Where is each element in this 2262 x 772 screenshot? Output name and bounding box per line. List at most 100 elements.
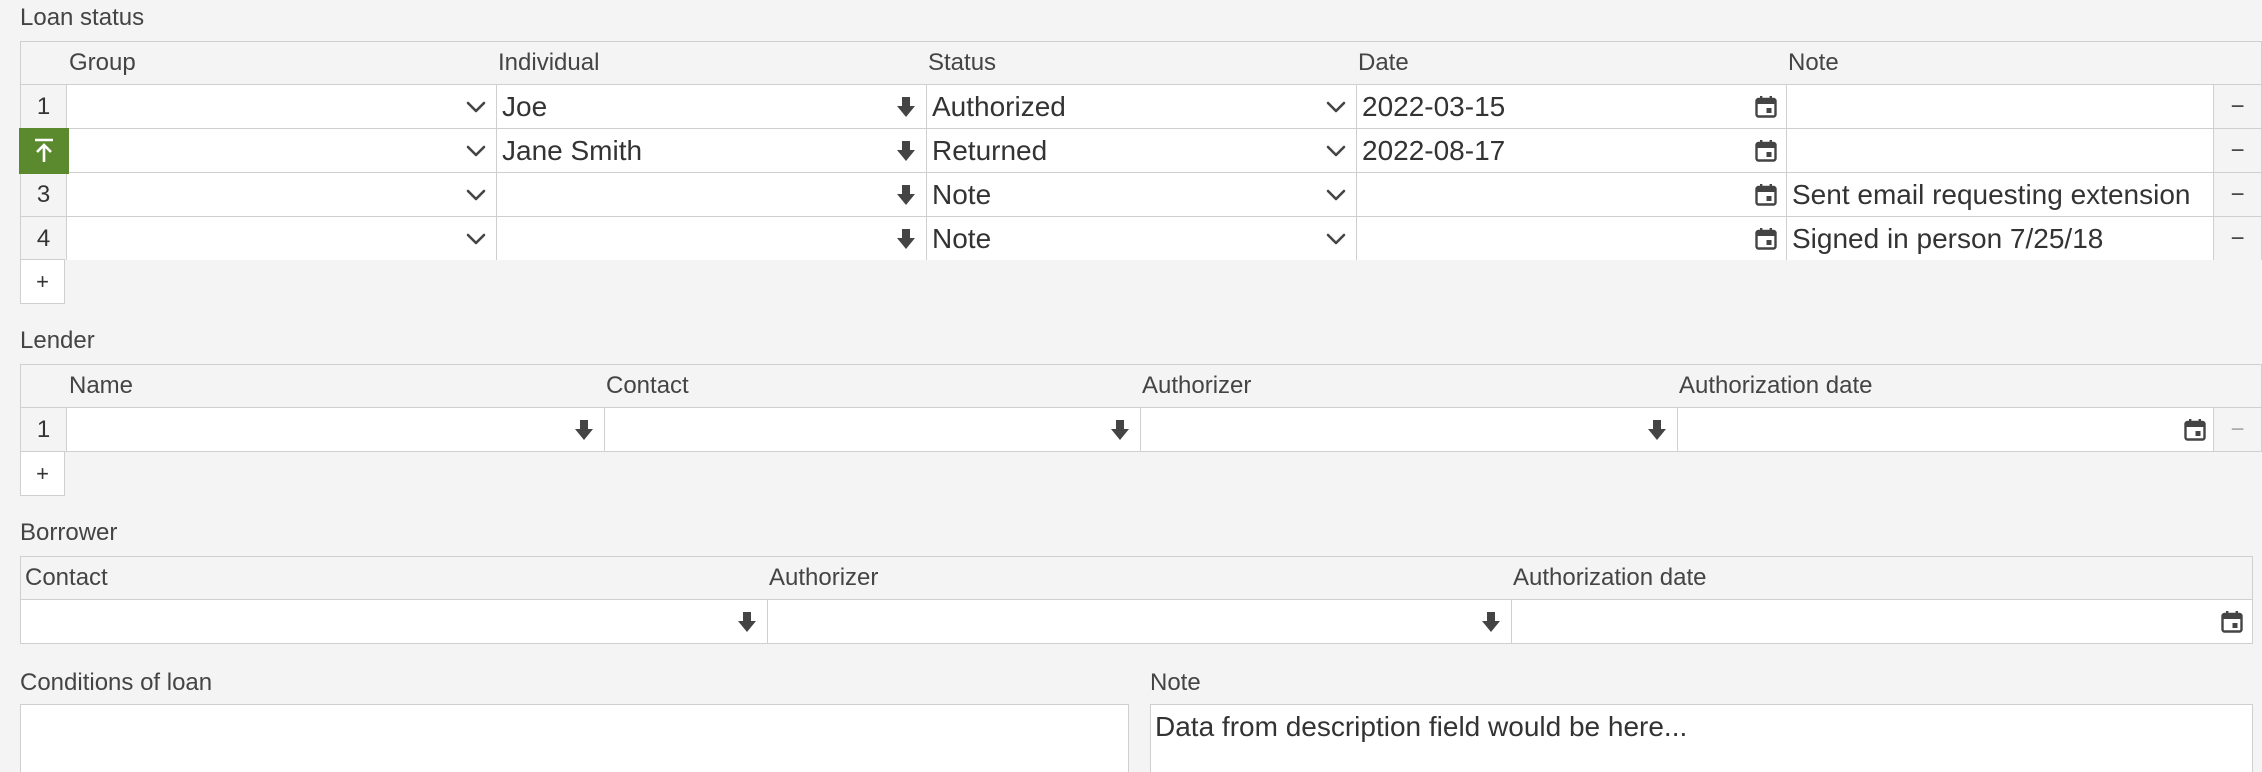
chevron-down-icon [1324, 139, 1348, 163]
note-input[interactable]: Sent email requesting extension [1786, 173, 2215, 216]
table-row: 2 Jane Smith Returned 2022-08-17 − [19, 128, 2261, 174]
note-input[interactable] [1786, 85, 2215, 128]
note-input[interactable]: Signed in person 7/25/18 [1786, 217, 2215, 260]
date-value: 2022-08-17 [1362, 135, 1506, 166]
chevron-down-icon [464, 227, 488, 251]
note-value: Sent email requesting extension [1792, 179, 2191, 210]
column-header-authorizer: Authorizer [769, 564, 879, 591]
arrow-down-icon[interactable] [1479, 610, 1503, 634]
status-select[interactable]: Returned [926, 129, 1356, 172]
column-header-group: Group [69, 49, 136, 76]
row-number: 1 [21, 85, 66, 128]
arrow-down-icon[interactable] [1645, 418, 1669, 442]
arrow-down-icon[interactable] [735, 610, 759, 634]
row-number: 3 [21, 173, 66, 216]
status-value: Note [932, 223, 992, 254]
table-row: 1 Joe Authorized 2022-03-15 − [21, 84, 2261, 128]
add-row-button[interactable]: + [20, 259, 65, 304]
remove-row-button[interactable]: − [2213, 129, 2261, 172]
note-textarea[interactable]: Data from description field would be her… [1150, 704, 2253, 772]
name-autocomplete[interactable] [66, 408, 604, 451]
calendar-icon[interactable] [1754, 227, 1778, 251]
status-select[interactable]: Authorized [926, 85, 1356, 128]
loan-status-title: Loan status [20, 4, 145, 31]
arrow-down-icon[interactable] [572, 418, 596, 442]
calendar-icon[interactable] [2183, 418, 2207, 442]
borrower-grid: Contact Authorizer Authorization date [20, 556, 2253, 644]
column-header-status: Status [928, 49, 997, 76]
column-header-name: Name [69, 372, 134, 399]
arrow-down-icon[interactable] [894, 95, 918, 119]
remove-row-button[interactable]: − [2213, 85, 2261, 128]
note-input[interactable] [1786, 129, 2215, 172]
date-value: 2022-03-15 [1362, 91, 1506, 122]
status-value: Authorized [932, 91, 1066, 122]
remove-row-button[interactable]: − [2213, 217, 2261, 260]
chevron-down-icon [464, 139, 488, 163]
loan-status-grid: Group Individual Status Date Note 1 Joe … [19, 41, 2262, 260]
add-row-button[interactable]: + [20, 451, 65, 496]
status-value: Note [932, 179, 992, 210]
individual-autocomplete[interactable] [496, 217, 926, 260]
arrow-down-icon[interactable] [1108, 418, 1132, 442]
note-text: Data from description field would be her… [1155, 711, 1688, 742]
arrow-down-icon[interactable] [894, 227, 918, 251]
calendar-icon[interactable] [1754, 139, 1778, 163]
individual-autocomplete[interactable]: Joe [496, 85, 926, 128]
arrow-down-icon[interactable] [894, 139, 918, 163]
individual-autocomplete[interactable] [496, 173, 926, 216]
remove-row-button[interactable]: − [2213, 173, 2261, 216]
chevron-down-icon [464, 95, 488, 119]
chevron-down-icon [1324, 95, 1348, 119]
calendar-icon[interactable] [1754, 95, 1778, 119]
remove-row-button[interactable]: − [2213, 408, 2261, 451]
row-number: 1 [21, 408, 66, 451]
status-value: Returned [932, 135, 1048, 166]
lender-grid: Name Contact Authorizer Authorization da… [20, 364, 2262, 452]
date-input[interactable]: 2022-08-17 [1356, 129, 1786, 172]
chevron-down-icon [464, 183, 488, 207]
table-row: 3 Note Sent email requesting extension − [21, 172, 2261, 216]
status-select[interactable]: Note [926, 173, 1356, 216]
move-to-top-icon [35, 138, 53, 162]
calendar-icon[interactable] [2220, 610, 2244, 634]
status-select[interactable]: Note [926, 217, 1356, 260]
contact-autocomplete[interactable] [21, 600, 767, 643]
column-header-authorization-date: Authorization date [1679, 372, 1873, 399]
row-number: 4 [21, 217, 66, 260]
group-select[interactable] [66, 217, 496, 260]
contact-autocomplete[interactable] [604, 408, 1140, 451]
chevron-down-icon [1324, 183, 1348, 207]
column-header-individual: Individual [498, 49, 600, 76]
note-value: Signed in person 7/25/18 [1792, 223, 2104, 254]
group-select[interactable] [66, 173, 496, 216]
conditions-textarea[interactable] [20, 704, 1129, 772]
individual-value: Joe [502, 91, 548, 122]
arrow-down-icon[interactable] [894, 183, 918, 207]
chevron-down-icon [1324, 227, 1348, 251]
group-select[interactable] [66, 129, 496, 172]
table-row: 1 − [21, 407, 2261, 451]
note-label: Note [1150, 669, 1201, 696]
borrower-title: Borrower [20, 519, 118, 546]
authorization-date-input[interactable] [1677, 408, 2215, 451]
date-input[interactable] [1356, 173, 1786, 216]
column-header-date: Date [1358, 49, 1409, 76]
conditions-label: Conditions of loan [20, 669, 213, 696]
column-header-contact: Contact [25, 564, 108, 591]
table-row: 4 Note Signed in person 7/25/18 − [21, 216, 2261, 260]
date-input[interactable] [1356, 217, 1786, 260]
individual-value: Jane Smith [502, 135, 643, 166]
authorizer-autocomplete[interactable] [1140, 408, 1677, 451]
calendar-icon[interactable] [1754, 183, 1778, 207]
authorization-date-input[interactable] [1511, 600, 2252, 643]
date-input[interactable]: 2022-03-15 [1356, 85, 1786, 128]
group-select[interactable] [66, 85, 496, 128]
table-row [21, 599, 2252, 643]
move-to-top-button[interactable] [19, 128, 69, 174]
lender-title: Lender [20, 327, 95, 354]
column-header-authorizer: Authorizer [1142, 372, 1252, 399]
column-header-contact: Contact [606, 372, 689, 399]
authorizer-autocomplete[interactable] [767, 600, 1511, 643]
individual-autocomplete[interactable]: Jane Smith [496, 129, 926, 172]
